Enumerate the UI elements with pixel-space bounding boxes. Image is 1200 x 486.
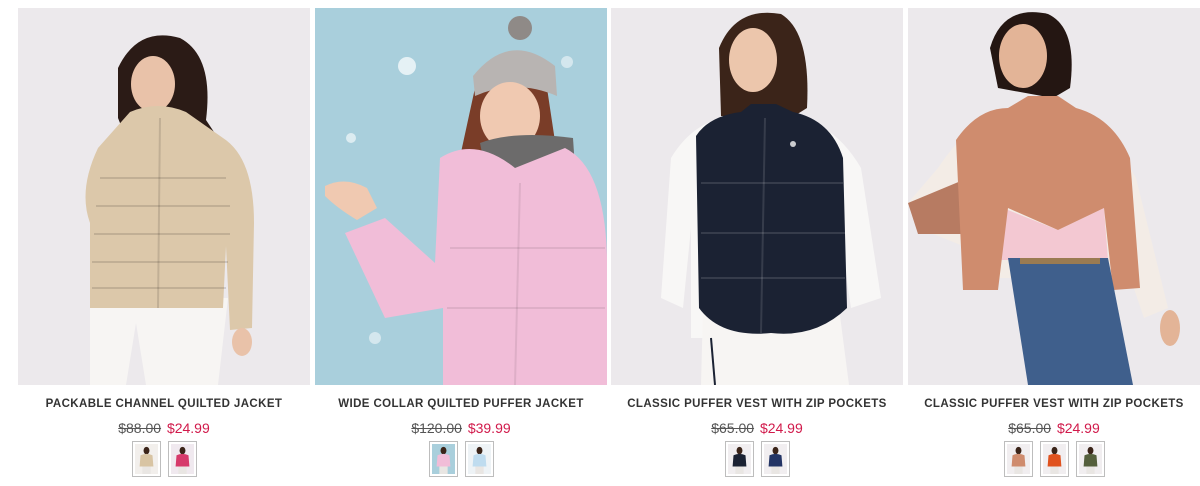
swatch-thumbnail (1006, 444, 1030, 474)
original-price: $65.00 (1008, 420, 1052, 436)
product-price: $88.00 $24.99 (18, 420, 310, 436)
color-swatch[interactable] (760, 441, 790, 477)
product-title[interactable]: WIDE COLLAR QUILTED PUFFER JACKET (315, 398, 607, 410)
product-card: CLASSIC PUFFER VEST WITH ZIP POCKETS $65… (908, 8, 1200, 477)
swatch-thumbnail (134, 444, 158, 474)
product-price: $120.00 $39.99 (315, 420, 607, 436)
product-title[interactable]: CLASSIC PUFFER VEST WITH ZIP POCKETS (611, 398, 903, 410)
color-swatches (908, 441, 1200, 477)
swatch-thumbnail (467, 444, 491, 474)
color-swatch[interactable] (724, 441, 754, 477)
product-card: WIDE COLLAR QUILTED PUFFER JACKET $120.0… (315, 8, 607, 477)
product-grid: PACKABLE CHANNEL QUILTED JACKET $88.00 $… (0, 0, 1200, 486)
sale-price: $39.99 (467, 420, 511, 436)
product-image[interactable] (315, 8, 607, 385)
product-image[interactable] (18, 8, 310, 385)
swatch-thumbnail (763, 444, 787, 474)
sale-price: $24.99 (166, 420, 210, 436)
product-image[interactable] (908, 8, 1200, 385)
product-price: $65.00 $24.99 (611, 420, 903, 436)
product-price: $65.00 $24.99 (908, 420, 1200, 436)
swatch-thumbnail (431, 444, 455, 474)
color-swatches (315, 441, 607, 477)
original-price: $65.00 (711, 420, 755, 436)
color-swatch[interactable] (1039, 441, 1069, 477)
product-title[interactable]: PACKABLE CHANNEL QUILTED JACKET (18, 398, 310, 410)
product-card: CLASSIC PUFFER VEST WITH ZIP POCKETS $65… (611, 8, 903, 477)
color-swatch[interactable] (1003, 441, 1033, 477)
color-swatch[interactable] (167, 441, 197, 477)
color-swatches (611, 441, 903, 477)
product-image[interactable] (611, 8, 903, 385)
color-swatch[interactable] (428, 441, 458, 477)
color-swatch[interactable] (1075, 441, 1105, 477)
swatch-thumbnail (1042, 444, 1066, 474)
sale-price: $24.99 (759, 420, 803, 436)
color-swatch[interactable] (464, 441, 494, 477)
swatch-thumbnail (1078, 444, 1102, 474)
color-swatches (18, 441, 310, 477)
swatch-thumbnail (727, 444, 751, 474)
swatch-thumbnail (170, 444, 194, 474)
original-price: $88.00 (118, 420, 162, 436)
color-swatch[interactable] (131, 441, 161, 477)
sale-price: $24.99 (1056, 420, 1100, 436)
original-price: $120.00 (411, 420, 462, 436)
product-title[interactable]: CLASSIC PUFFER VEST WITH ZIP POCKETS (908, 398, 1200, 410)
product-card: PACKABLE CHANNEL QUILTED JACKET $88.00 $… (18, 8, 310, 477)
